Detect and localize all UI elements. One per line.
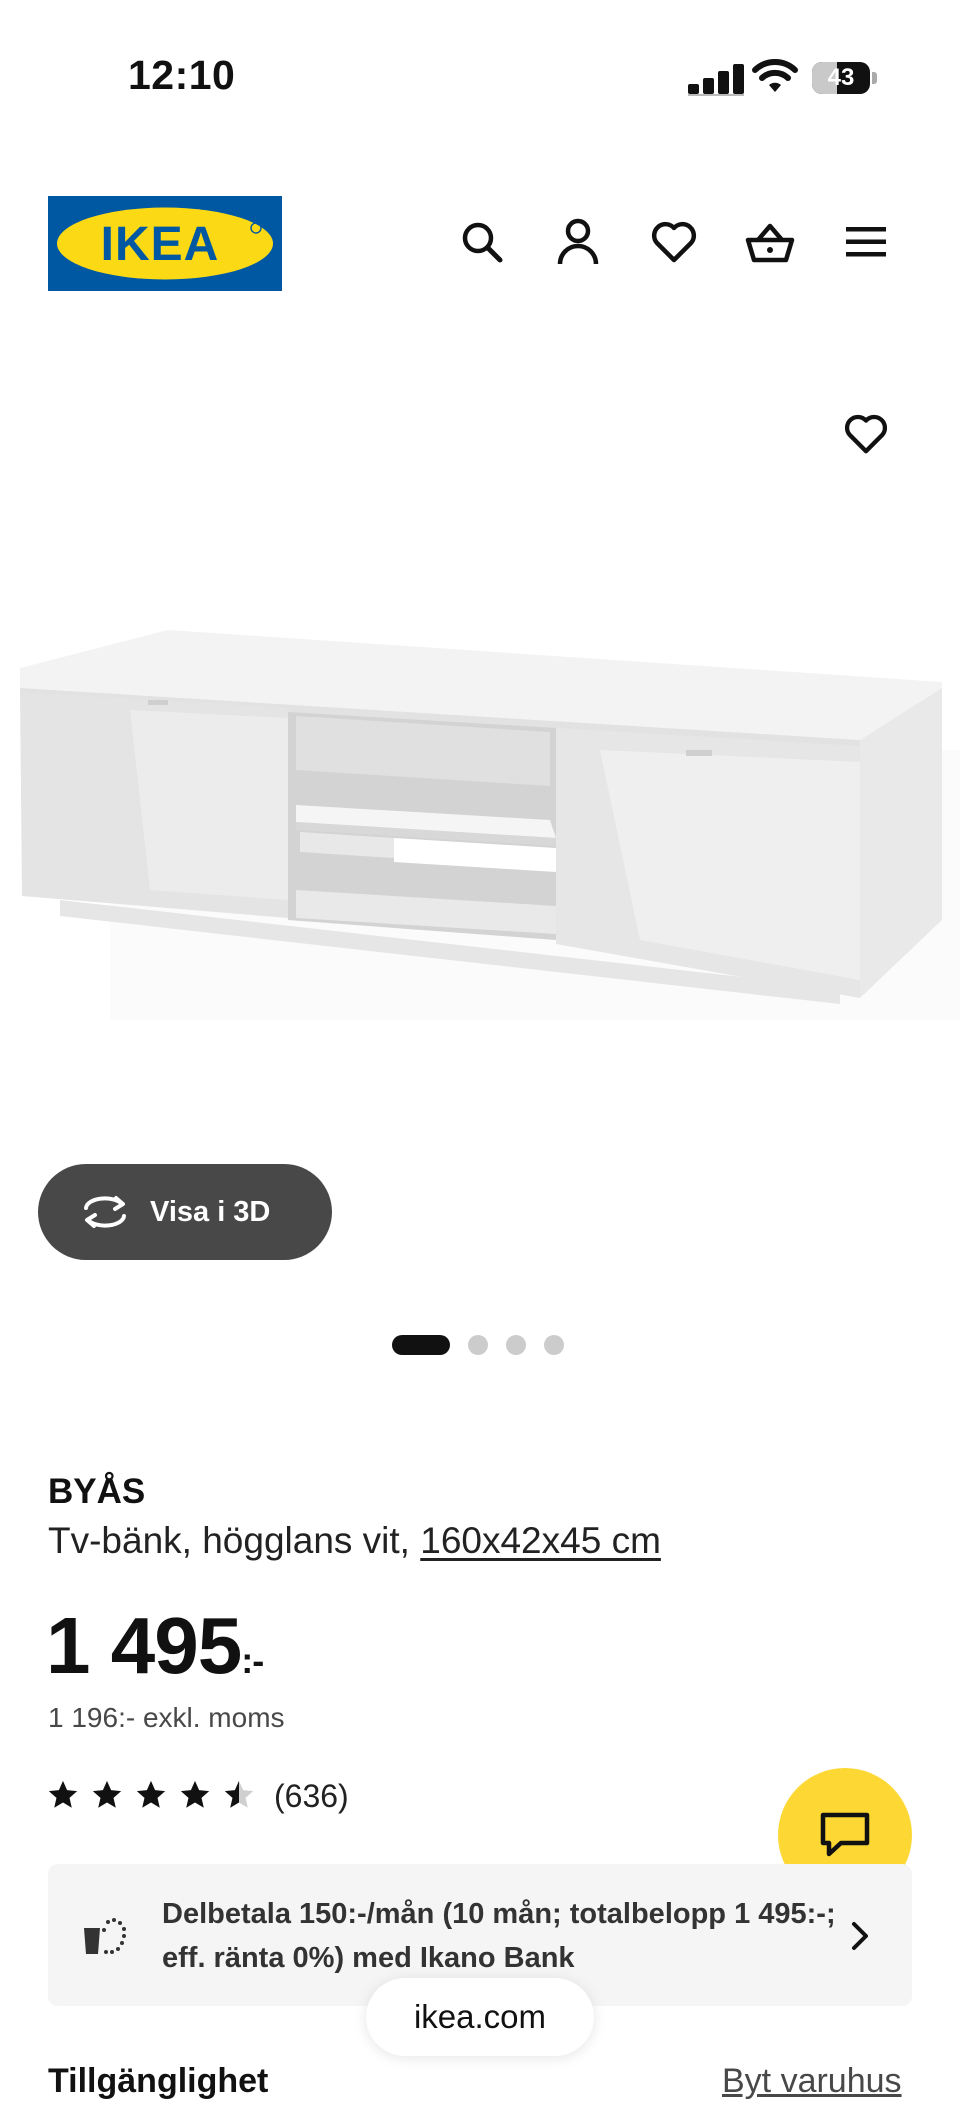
review-count[interactable]: (636) <box>274 1778 349 1815</box>
status-time: 12:10 <box>128 52 236 98</box>
product-description: Tv-bänk, högglans vit, 160x42x45 cm <box>48 1520 661 1562</box>
battery-level: 43 <box>827 64 855 91</box>
browser-url-bar[interactable]: ikea.com <box>366 1978 594 2056</box>
financing-text: Delbetala 150:-/mån (10 mån; totalbelopp… <box>162 1898 836 1974</box>
star-half-icon <box>224 1780 254 1808</box>
basket-icon[interactable] <box>744 216 796 268</box>
installment-icon <box>84 1918 126 1954</box>
star-full-icon <box>136 1780 166 1808</box>
pagination-dot[interactable] <box>468 1335 488 1355</box>
svg-text:IKEA: IKEA <box>101 218 220 271</box>
product-name: BYÅS <box>48 1472 146 1511</box>
availability-heading: Tillgänglighet <box>48 2062 269 2100</box>
pagination-dot[interactable] <box>544 1335 564 1355</box>
menu-icon[interactable] <box>840 216 892 268</box>
pagination-dot-active[interactable] <box>392 1335 450 1355</box>
star-full-icon <box>92 1780 122 1808</box>
chat-bubble-icon <box>820 1812 870 1857</box>
product-type: Tv-bänk, högglans vit, <box>48 1520 421 1561</box>
star-full-icon <box>180 1780 210 1808</box>
wifi-icon <box>752 59 798 92</box>
pagination-dot[interactable] <box>506 1335 526 1355</box>
view-in-3d-button[interactable]: Visa i 3D <box>38 1164 332 1260</box>
battery-nub <box>872 72 877 84</box>
product-price: 1 495:- <box>46 1600 264 1692</box>
heart-icon[interactable] <box>648 216 700 268</box>
star-full-icon <box>48 1780 78 1808</box>
change-store-link[interactable]: Byt varuhus <box>722 2062 902 2101</box>
chevron-right-icon <box>852 1922 868 1950</box>
gallery-pagination <box>392 1334 564 1356</box>
favorite-button[interactable] <box>838 406 894 462</box>
price-suffix: :- <box>241 1640 264 1681</box>
rating-stars[interactable] <box>46 1778 256 1812</box>
view-in-3d-label: Visa i 3D <box>150 1195 271 1228</box>
browser-url: ikea.com <box>413 1998 547 2035</box>
price-excl-vat: 1 196:- exkl. moms <box>48 1702 285 1733</box>
ikea-logo-mark: IKEA <box>57 207 273 280</box>
product-dimensions-link[interactable]: 160x42x45 cm <box>420 1520 661 1561</box>
product-image[interactable] <box>0 600 960 1020</box>
heart-icon <box>844 414 888 454</box>
user-icon[interactable] <box>552 216 604 268</box>
search-icon[interactable] <box>456 216 508 268</box>
battery-icon: 43 <box>812 62 870 94</box>
price-value: 1 495 <box>46 1601 242 1690</box>
rotate-3d-icon <box>84 1196 126 1228</box>
ikea-logo[interactable]: IKEA <box>48 196 282 291</box>
